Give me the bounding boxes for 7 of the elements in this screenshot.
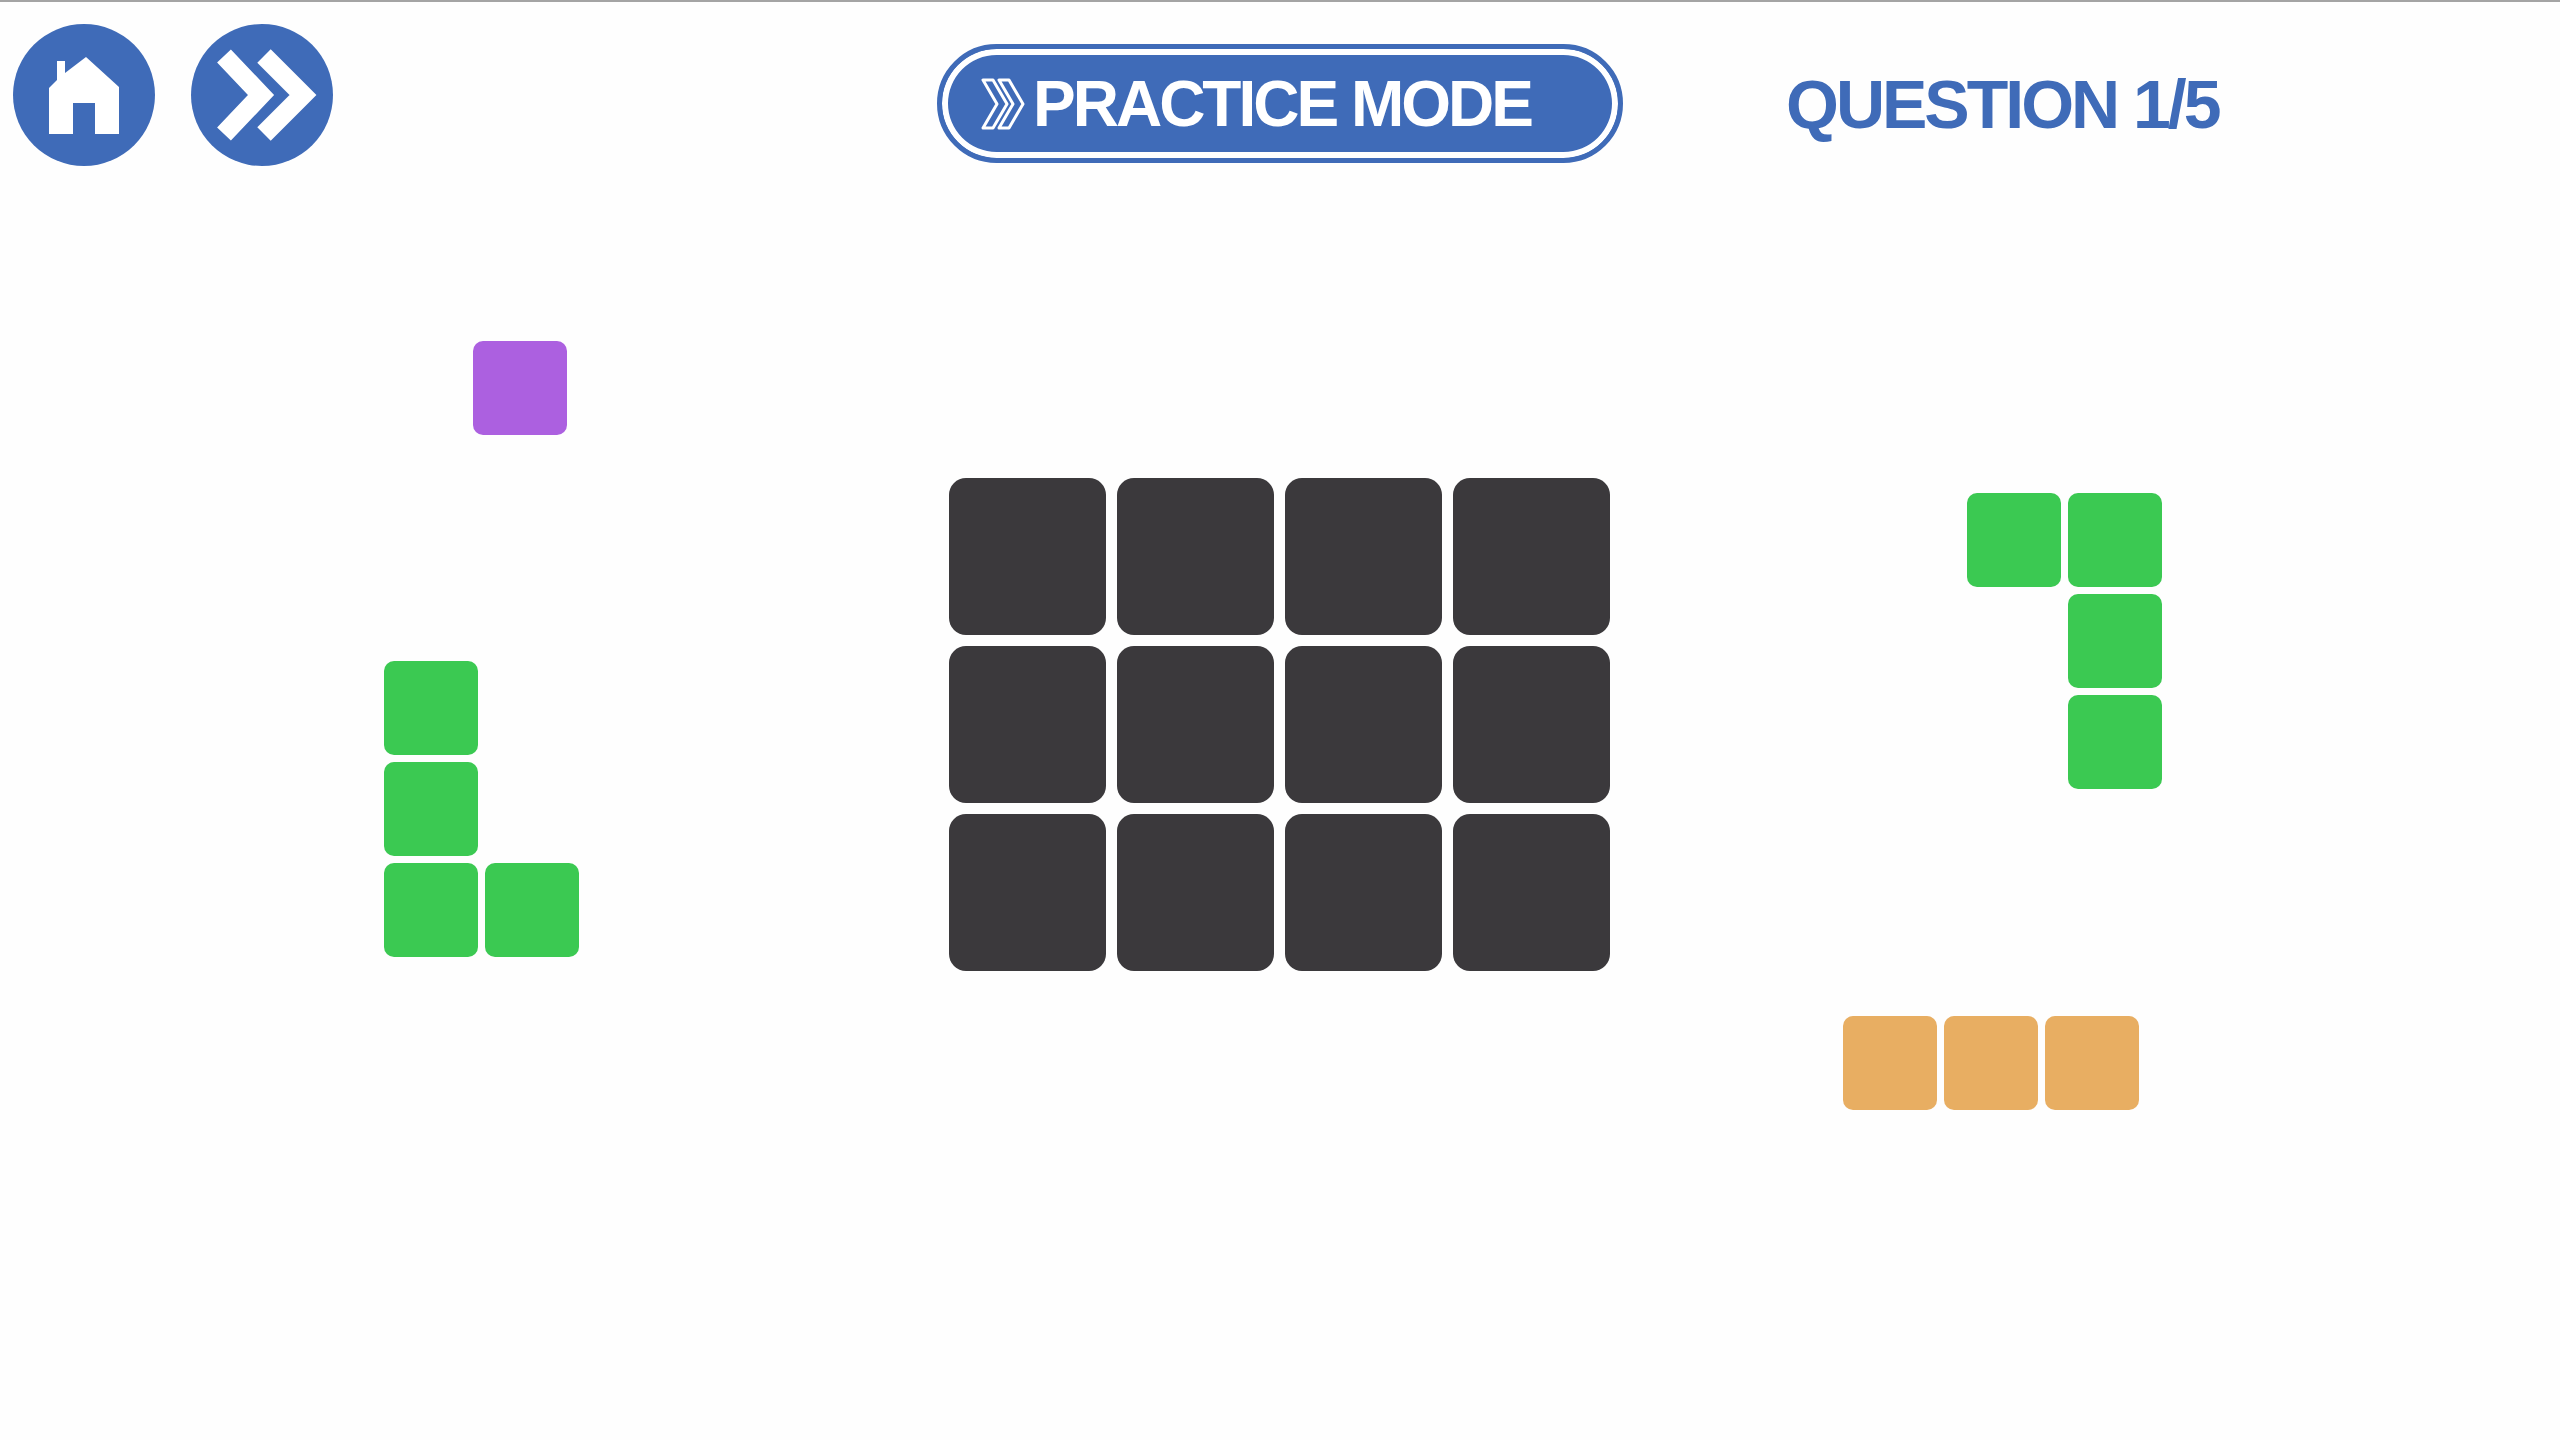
double-chevron-icon — [981, 77, 1027, 130]
puzzle-piece[interactable] — [384, 661, 579, 957]
puzzle-piece[interactable] — [1967, 493, 2162, 789]
mode-label: PRACTICE MODE — [1033, 71, 1531, 136]
puzzle-piece[interactable] — [1843, 1016, 2139, 1110]
double-chevron-icon — [217, 49, 317, 141]
home-icon — [49, 56, 119, 134]
